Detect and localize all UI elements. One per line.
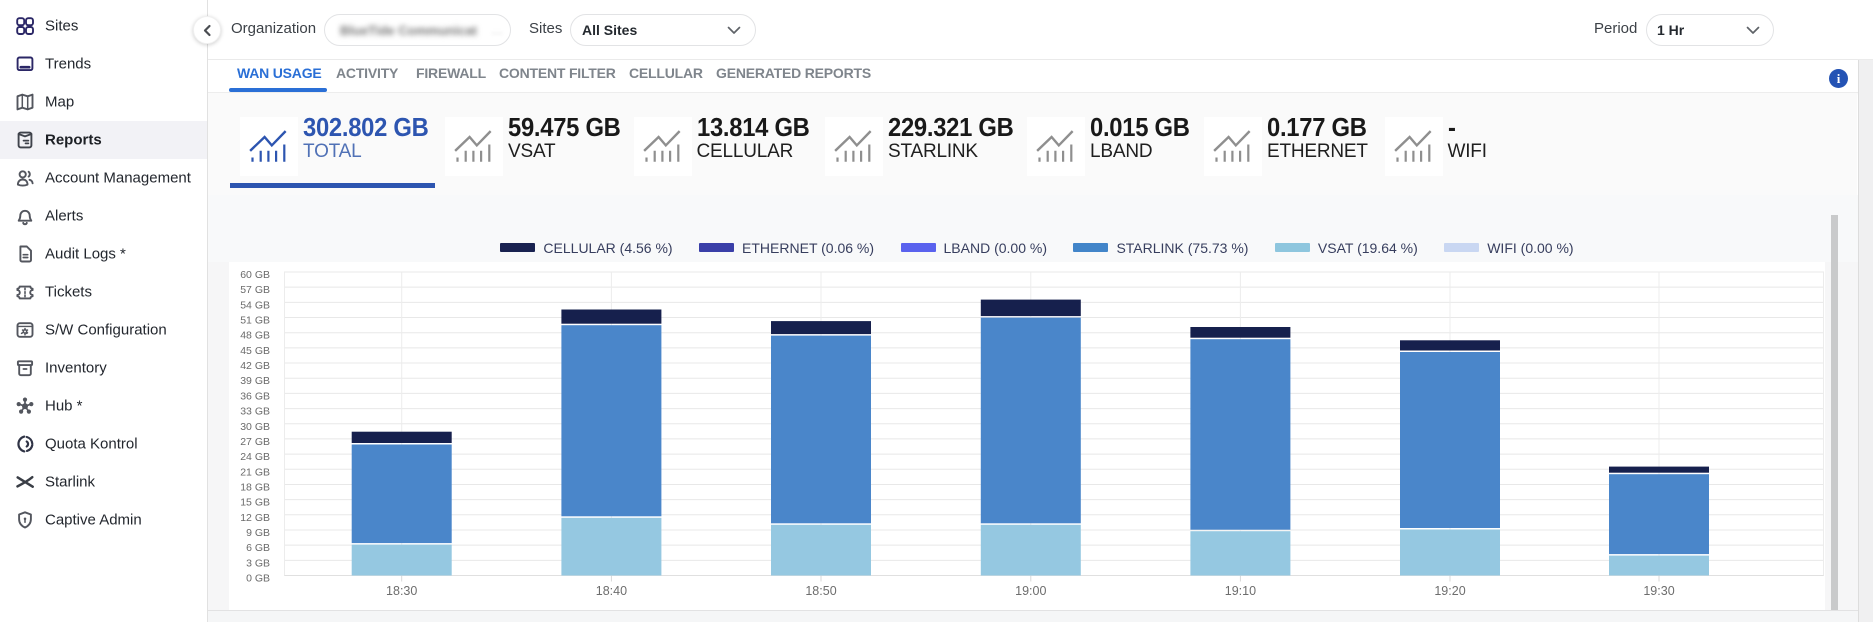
svg-text:3 GB: 3 GB <box>246 557 270 569</box>
svg-text:48 GB: 48 GB <box>240 330 270 342</box>
svg-text:33 GB: 33 GB <box>240 406 270 418</box>
svg-text:30 GB: 30 GB <box>240 421 270 433</box>
svg-text:18 GB: 18 GB <box>240 481 270 493</box>
svg-text:27 GB: 27 GB <box>240 436 270 448</box>
svg-text:0 GB: 0 GB <box>246 573 270 585</box>
svg-text:12 GB: 12 GB <box>240 512 270 524</box>
svg-text:9 GB: 9 GB <box>246 527 270 539</box>
svg-text:24 GB: 24 GB <box>240 451 270 463</box>
svg-text:42 GB: 42 GB <box>240 360 270 372</box>
svg-text:57 GB: 57 GB <box>240 284 270 296</box>
svg-text:51 GB: 51 GB <box>240 315 270 327</box>
svg-text:19:20: 19:20 <box>1434 584 1465 598</box>
svg-text:36 GB: 36 GB <box>240 390 270 402</box>
svg-text:18:40: 18:40 <box>596 584 627 598</box>
svg-text:39 GB: 39 GB <box>240 375 270 387</box>
svg-text:54 GB: 54 GB <box>240 299 270 311</box>
svg-text:21 GB: 21 GB <box>240 466 270 478</box>
svg-text:60 GB: 60 GB <box>240 269 270 281</box>
svg-text:19:10: 19:10 <box>1225 584 1256 598</box>
svg-text:18:30: 18:30 <box>386 584 417 598</box>
svg-text:45 GB: 45 GB <box>240 345 270 357</box>
svg-text:15 GB: 15 GB <box>240 497 270 509</box>
svg-text:6 GB: 6 GB <box>246 542 270 554</box>
svg-text:19:30: 19:30 <box>1643 584 1674 598</box>
svg-text:18:50: 18:50 <box>805 584 836 598</box>
svg-text:19:00: 19:00 <box>1015 584 1046 598</box>
